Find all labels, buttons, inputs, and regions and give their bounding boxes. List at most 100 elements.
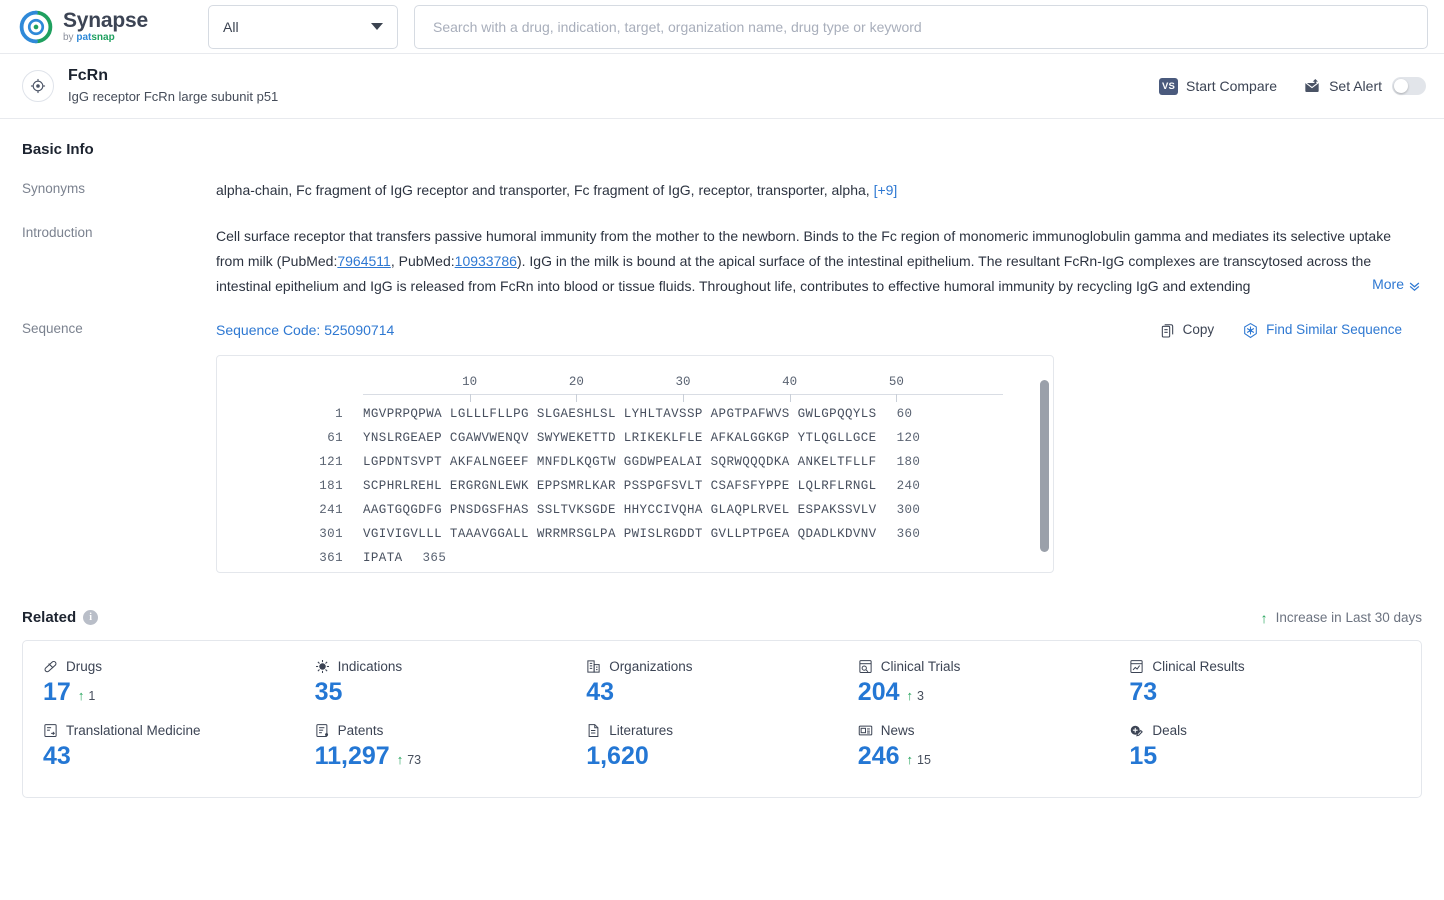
synonyms-more-link[interactable]: [+9] — [874, 182, 898, 198]
patent-icon — [315, 723, 330, 738]
stat-label: Clinical Trials — [858, 659, 1130, 674]
stat-value[interactable]: 73 — [1129, 678, 1157, 707]
stat-label-text: Translational Medicine — [66, 723, 201, 739]
stat-label: Clinical Results — [1129, 659, 1401, 674]
brand-name: Synapse — [63, 9, 148, 32]
search-scope-select[interactable]: All — [208, 4, 398, 49]
header-actions: VS Start Compare Set Alert — [1159, 77, 1426, 95]
stat-value[interactable]: 204 — [858, 678, 900, 707]
search-input[interactable] — [431, 17, 1411, 36]
introduction-row: Introduction Cell surface receptor that … — [22, 224, 1422, 298]
related-stats-card: Drugs 17 ↑ 1 Indications 35 Organizations 43 Cli… — [22, 640, 1422, 799]
sequence-panel[interactable]: 10 20 30 40 50 1 MGVPRPQPWA LGLLLFLLPG SLGAES… — [216, 355, 1054, 574]
stat-label-text: Indications — [337, 659, 403, 675]
drug-capsule-icon — [43, 659, 58, 674]
stat-value[interactable]: 246 — [858, 742, 900, 771]
sequence-start-index: 181 — [319, 479, 343, 494]
synonyms-value: alpha-chain, Fc fragment of IgG receptor… — [216, 180, 1422, 202]
stat-delta-value: 3 — [917, 688, 924, 703]
pubmed-link-1[interactable]: 7964511 — [337, 253, 390, 269]
sequence-start-index: 301 — [319, 527, 343, 542]
introduction-more-button[interactable]: More — [1308, 272, 1422, 298]
set-alert-label: Set Alert — [1329, 78, 1382, 94]
info-icon[interactable]: i — [83, 610, 99, 626]
ruler-tick-label: 30 — [675, 375, 691, 389]
synonyms-row: Synonyms alpha-chain, Fc fragment of IgG… — [22, 180, 1422, 202]
stat-delta-value: 1 — [88, 688, 96, 703]
stat-value-row: 73 — [1129, 678, 1401, 707]
pubmed-link-2[interactable]: 10933786 — [455, 253, 517, 269]
sequence-value: Sequence Code: 525090714 Copy Find Simil… — [216, 320, 1422, 574]
sequence-end-index: 360 — [896, 527, 921, 542]
stat-label-text: Deals — [1152, 723, 1187, 739]
stat-label: Deals — [1129, 723, 1401, 738]
sequence-scrollbar[interactable] — [1040, 380, 1049, 553]
arrow-up-icon: ↑ — [906, 752, 914, 768]
related-stat-item[interactable]: Deals 15 — [1129, 723, 1401, 771]
arrow-up-icon: ↑ — [77, 688, 85, 704]
sequence-label: Sequence — [22, 320, 83, 336]
related-stats-grid: Drugs 17 ↑ 1 Indications 35 Organizations 43 Cli… — [43, 659, 1401, 771]
brand-logo[interactable]: Synapse by patsnap — [18, 9, 190, 45]
stat-label: Drugs — [43, 659, 315, 674]
arrow-up-icon: ↑ — [396, 752, 404, 768]
set-alert-control[interactable]: Set Alert — [1303, 77, 1426, 95]
related-stat-item[interactable]: Literatures 1,620 — [586, 723, 858, 771]
versus-icon: VS — [1159, 77, 1179, 95]
ruler-tick — [896, 394, 898, 403]
stat-delta-value: 73 — [407, 752, 422, 767]
stat-value[interactable]: 35 — [315, 678, 343, 707]
set-alert-toggle[interactable] — [1392, 77, 1426, 95]
stat-value-row: 15 — [1129, 742, 1401, 771]
stat-label: Translational Medicine — [43, 723, 315, 738]
stat-value[interactable]: 15 — [1129, 742, 1157, 771]
find-similar-icon — [1242, 322, 1259, 339]
sequence-line: 361 IPATA 365 — [217, 546, 1053, 570]
stat-value[interactable]: 43 — [586, 678, 614, 707]
stat-value-row: 43 — [586, 678, 858, 707]
related-stat-item[interactable]: Clinical Results 73 — [1129, 659, 1401, 707]
stat-value[interactable]: 17 — [43, 678, 71, 707]
copy-sequence-button[interactable]: Copy — [1160, 320, 1214, 341]
find-similar-sequence-button[interactable]: Find Similar Sequence — [1242, 320, 1402, 341]
related-stat-item[interactable]: Translational Medicine 43 — [43, 723, 315, 771]
stat-value[interactable]: 1,620 — [586, 742, 649, 771]
related-stat-item[interactable]: News 246 ↑ 15 — [858, 723, 1130, 771]
stat-label: Organizations — [586, 659, 858, 674]
stat-value[interactable]: 43 — [43, 742, 71, 771]
synapse-logo-icon — [18, 9, 54, 45]
stat-delta: ↑ 1 — [78, 688, 95, 703]
clinical-result-icon — [1129, 659, 1144, 674]
virus-icon — [315, 659, 330, 674]
sequence-end-index: 120 — [896, 431, 921, 446]
clinical-trial-icon — [858, 659, 873, 674]
stat-value-row: 11,297 ↑ 73 — [315, 742, 587, 771]
sequence-code-link[interactable]: Sequence Code: 525090714 — [216, 320, 394, 342]
brand-tagline: by patsnap — [63, 32, 115, 43]
stat-label-text: Patents — [337, 723, 384, 739]
sequence-start-index: 241 — [319, 503, 343, 518]
related-stat-item[interactable]: Patents 11,297 ↑ 73 — [315, 723, 587, 771]
arrow-up-icon: ↑ — [1260, 609, 1268, 626]
related-heading-row: Related i ↑ Increase in Last 30 days — [22, 609, 1422, 626]
related-stat-item[interactable]: Clinical Trials 204 ↑ 3 — [858, 659, 1130, 707]
stat-value-row: 1,620 — [586, 742, 858, 771]
sequence-residues: AAGTGQGDFG PNSDGSFHAS SSLTVKSGDE HHYCCIV… — [363, 503, 877, 518]
global-search-box[interactable] — [414, 4, 1428, 49]
sequence-start-index: 121 — [319, 455, 343, 470]
synonyms-label: Synonyms — [22, 181, 86, 196]
sequence-line: 181 SCPHRLREHL ERGRGNLEWK EPPSMRLKAR PSSP… — [217, 474, 1053, 498]
related-stat-item[interactable]: Drugs 17 ↑ 1 — [43, 659, 315, 707]
sequence-start-index: 61 — [327, 431, 343, 446]
stat-label: Literatures — [586, 723, 858, 738]
related-stat-item[interactable]: Organizations 43 — [586, 659, 858, 707]
stat-value-row: 204 ↑ 3 — [858, 678, 1130, 707]
stat-value[interactable]: 11,297 — [315, 742, 390, 771]
chevron-down-icon — [371, 23, 383, 30]
related-stat-item[interactable]: Indications 35 — [315, 659, 587, 707]
ruler-tick — [683, 394, 684, 403]
ruler-tick-label: 50 — [888, 375, 904, 389]
sequence-residues: SCPHRLREHL ERGRGNLEWK EPPSMRLKAR PSSPGFS… — [363, 479, 877, 494]
start-compare-button[interactable]: VS Start Compare — [1159, 77, 1277, 95]
stat-label-text: Clinical Results — [1152, 659, 1245, 675]
